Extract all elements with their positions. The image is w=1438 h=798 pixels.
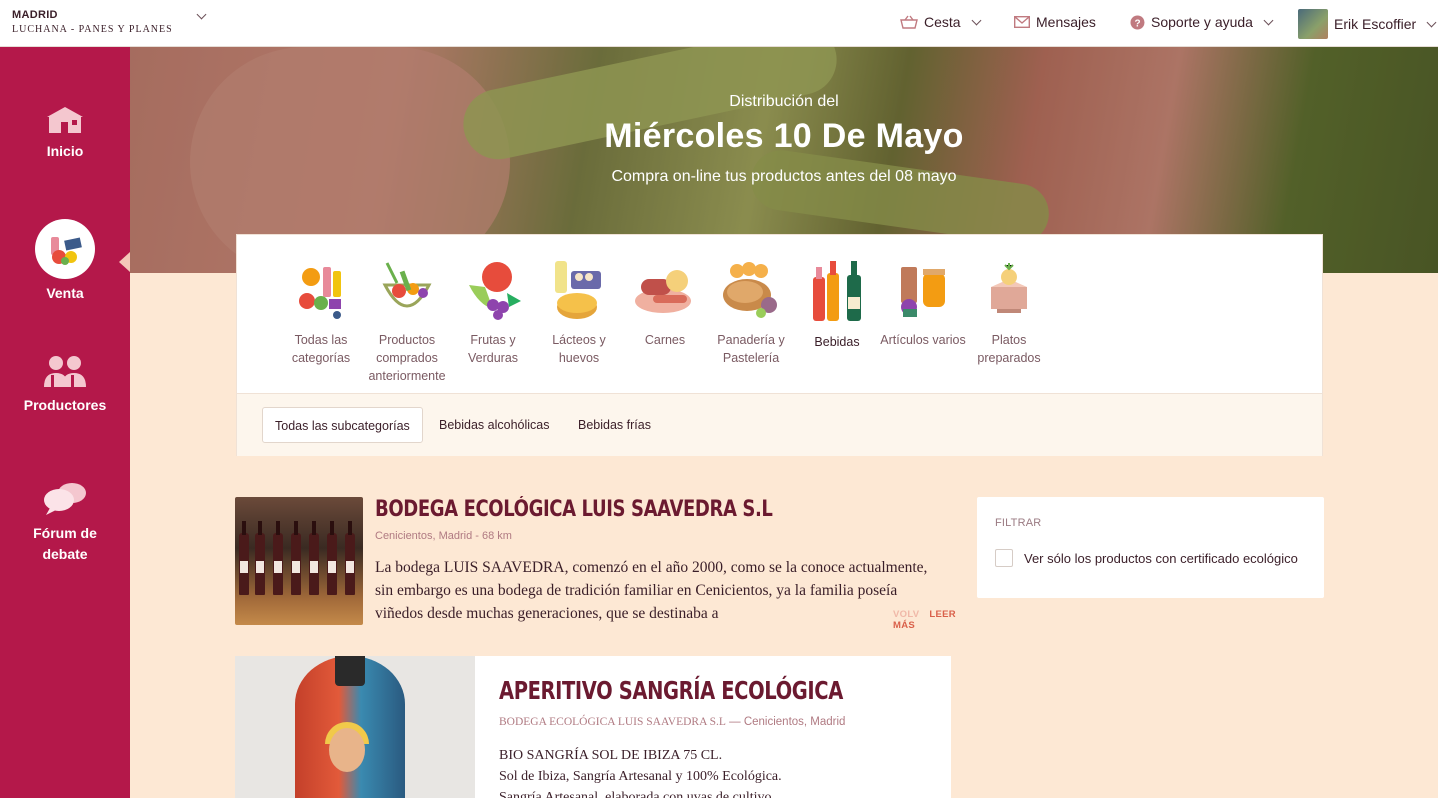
product-producer-place: — Cenicientos, Madrid [725,716,846,728]
chat-bubbles-icon [44,483,86,515]
dairy-eggs-icon [555,261,601,319]
user-menu[interactable]: Erik Escoffier [1298,9,1437,39]
eco-certified-checkbox[interactable] [995,549,1013,567]
category-label: Artículos varios [880,333,966,347]
product-producer-name[interactable]: BODEGA ECOLÓGICA LUIS SAAVEDRA S.L [499,716,726,728]
category-label: Lácteos y huevos [552,333,606,365]
top-bar: MADRID LUCHANA - PANES Y PLANES Cesta Me… [0,0,1438,47]
hero-subtitle: Compra on-line tus productos antes del 0… [611,168,957,185]
sidebar-item-forum[interactable]: Fórum de debate [0,481,130,565]
prepared-dishes-icon [991,263,1027,313]
sidebar: Inicio Venta Productores Fórum de debate [0,47,130,798]
sidebar-item-productores[interactable]: Productores [0,353,130,413]
subcategory-alcoholic-tab[interactable]: Bebidas alcohólicas [427,407,562,443]
read-more-fade: VOLV [893,609,920,620]
chevron-down-icon [1263,15,1274,25]
meat-icon [635,270,691,313]
producer-name[interactable]: BODEGA ECOLÓGICA LUIS SAAVEDRA S.L [375,497,773,522]
category-fruits[interactable]: Frutas y Verduras [450,257,536,367]
user-name: Erik Escoffier [1334,16,1417,32]
category-label: Carnes [644,333,686,347]
product-desc-line: BIO SANGRÍA SOL DE IBIZA 75 CL. [499,748,723,763]
chevron-down-icon [1426,17,1437,27]
drinks-icon [813,261,861,321]
producers-icon [44,356,86,387]
basket-produce-icon [382,262,432,308]
category-bakery[interactable]: Panadería y Pastelería [708,257,794,367]
product-title[interactable]: APERITIVO SANGRÍA ECOLÓGICA [499,676,843,705]
category-previous[interactable]: Productos comprados anteriormente [364,257,450,385]
misc-items-icon [901,267,945,317]
sidebar-item-venta[interactable]: Venta [0,219,130,301]
basket-menu[interactable]: Cesta [900,14,982,30]
product-desc-line: Sol de Ibiza, Sangría Artesanal y 100% E… [499,769,782,784]
category-label: Frutas y Verduras [467,333,519,365]
category-meat[interactable]: Carnes [622,257,708,349]
subcategory-all-tab[interactable]: Todas las subcategorías [262,407,423,443]
product-description: BIO SANGRÍA SOL DE IBIZA 75 CL. Sol de I… [499,745,782,798]
category-dairy[interactable]: Lácteos y huevos [536,257,622,367]
producer-location: Cenicientos, Madrid - 68 km [375,530,512,542]
read-more-link[interactable]: VOLV LEER MÁS [853,609,956,631]
category-all[interactable]: Todas las categorías [278,257,364,367]
category-label: Bebidas [814,335,860,349]
subcategory-bar: Todas las subcategorías Bebidas alcohóli… [237,393,1322,456]
category-label: Productos comprados anteriormente [368,333,446,383]
avatar [1298,9,1328,39]
bakery-icon [723,262,777,318]
category-label: Panadería y Pastelería [717,333,785,365]
location-city: MADRID [12,9,58,21]
envelope-icon [1014,16,1030,28]
subcategory-cold-tab[interactable]: Bebidas frías [566,407,663,443]
producer-card: BODEGA ECOLÓGICA LUIS SAAVEDRA S.L Cenic… [235,497,956,631]
sidebar-item-label: Venta [46,285,84,301]
help-icon: ? [1130,15,1145,29]
all-categories-icon [299,267,341,319]
location-selector[interactable]: MADRID LUCHANA - PANES Y PLANES [12,9,173,35]
support-menu[interactable]: ? Soporte y ayuda [1130,14,1274,30]
basket-label: Cesta [924,14,961,30]
filter-title: FILTRAR [995,517,1042,529]
filter-panel: FILTRAR Ver sólo los productos con certi… [977,497,1324,598]
svg-text:?: ? [1134,18,1140,29]
category-panel: Todas las categorías Productos comprados… [236,234,1323,456]
category-prepared[interactable]: Platos preparados [966,257,1052,367]
messages-label: Mensajes [1036,14,1096,30]
location-group: LUCHANA - PANES Y PLANES [12,24,173,35]
product-card: APERITIVO SANGRÍA ECOLÓGICA BODEGA ECOLÓ… [235,656,951,798]
chevron-down-icon [971,15,982,25]
home-icon [47,107,83,133]
sidebar-item-inicio[interactable]: Inicio [0,105,130,159]
category-misc[interactable]: Artículos varios [880,257,966,349]
category-label: Platos preparados [977,333,1041,365]
hero-pretitle: Distribución del [729,93,839,110]
location-chevron-down-icon[interactable] [196,9,207,20]
product-producer: BODEGA ECOLÓGICA LUIS SAAVEDRA S.L — Cen… [499,716,845,728]
active-pointer [119,252,130,272]
support-label: Soporte y ayuda [1151,14,1253,30]
category-drinks[interactable]: Bebidas [794,257,880,351]
sidebar-item-label: Productores [23,397,107,413]
fruits-vegetables-icon [469,262,521,320]
category-label: Todas las categorías [291,333,351,365]
sidebar-item-label: Inicio [46,143,84,159]
shopping-bag-icon [35,219,95,279]
sidebar-item-label: Fórum de debate [33,525,97,562]
messages-link[interactable]: Mensajes [1014,14,1096,30]
product-desc-line: Sangría Artesanal, elaborada con uvas de… [499,790,772,798]
basket-icon [900,15,918,29]
product-image[interactable] [235,656,475,798]
producer-image[interactable] [235,497,363,625]
hero-title: Miércoles 10 De Mayo [604,117,964,155]
eco-certified-label[interactable]: Ver sólo los productos con certificado e… [1024,551,1298,566]
